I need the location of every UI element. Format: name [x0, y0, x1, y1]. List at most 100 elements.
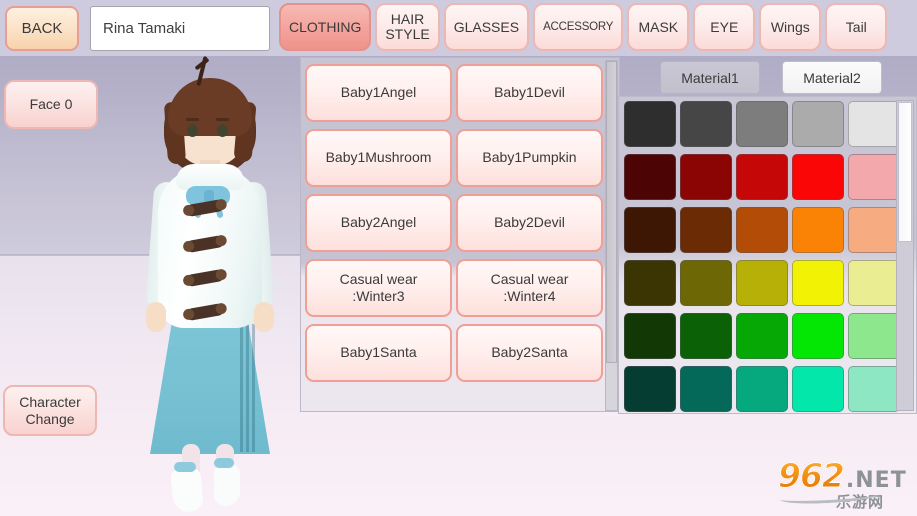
color-swatch-1-4[interactable] — [848, 154, 900, 200]
face-button[interactable]: Face 0 — [4, 80, 98, 129]
clothing-item-8[interactable]: Baby1Santa — [305, 324, 452, 382]
character-hand-left — [146, 302, 166, 332]
tab-mask[interactable]: MASK — [627, 3, 690, 51]
character-skirt-fold — [252, 324, 255, 452]
color-swatch-0-4[interactable] — [848, 101, 900, 147]
character-boot-bow-left — [174, 462, 196, 472]
character-eye-left — [187, 124, 198, 137]
color-swatch-3-3[interactable] — [792, 260, 844, 306]
character-change-label: Character Change — [19, 393, 81, 427]
clothing-item-label: Baby1Mushroom — [325, 149, 432, 166]
back-button[interactable]: BACK — [5, 6, 79, 51]
clothing-item-3[interactable]: Baby1Pumpkin — [456, 129, 603, 187]
color-swatch-0-0[interactable] — [624, 101, 676, 147]
color-swatch-2-3[interactable] — [792, 207, 844, 253]
color-swatch-3-0[interactable] — [624, 260, 676, 306]
tab-accessory[interactable]: ACCESSORY — [533, 3, 624, 51]
color-swatch-1-2[interactable] — [736, 154, 788, 200]
color-swatch-1-1[interactable] — [680, 154, 732, 200]
character-hair-front — [168, 78, 252, 136]
clothing-item-label: Baby1Devil — [494, 84, 565, 101]
color-palette-scrollbar[interactable] — [896, 100, 914, 411]
clothing-item-label: Baby1Pumpkin — [482, 149, 577, 166]
category-tab-bar: CLOTHING HAIR STYLE GLASSES ACCESSORY MASK EY… — [279, 3, 888, 55]
clothing-item-6[interactable]: Casual wear :Winter3 — [305, 259, 452, 317]
site-watermark: 962 .NET 乐游网 — [778, 456, 911, 512]
tab-label: Tail — [845, 18, 867, 35]
face-button-label: Face 0 — [29, 96, 73, 113]
color-swatch-grid[interactable] — [624, 101, 900, 412]
app-root: BACK CLOTHING HAIR STYLE GLASSES ACCESSORY M… — [0, 0, 917, 516]
tab-glasses[interactable]: GLASSES — [443, 3, 530, 51]
character-boot-bow-right — [214, 458, 234, 468]
tab-label: GLASSES — [453, 18, 520, 35]
color-swatch-5-3[interactable] — [792, 366, 844, 412]
clothing-item-label: Casual wear :Winter4 — [490, 270, 569, 305]
tab-label: CLOTHING — [289, 18, 362, 35]
color-swatch-4-2[interactable] — [736, 313, 788, 359]
clothing-item-label: Baby1Santa — [340, 344, 417, 361]
color-swatch-0-2[interactable] — [736, 101, 788, 147]
tab-clothing[interactable]: CLOTHING — [279, 3, 372, 51]
clothing-item-2[interactable]: Baby1Mushroom — [305, 129, 452, 187]
watermark-number: 962 — [778, 456, 846, 496]
clothing-item-label: Casual wear :Winter3 — [339, 270, 418, 305]
watermark-main: 962 .NET — [778, 456, 907, 496]
clothing-item-1[interactable]: Baby1Devil — [456, 64, 603, 122]
color-swatch-1-3[interactable] — [792, 154, 844, 200]
character-eye-right — [217, 124, 228, 137]
tab-material1[interactable]: Material1 — [660, 61, 760, 94]
color-swatch-5-2[interactable] — [736, 366, 788, 412]
color-swatch-0-3[interactable] — [792, 101, 844, 147]
clothing-item-5[interactable]: Baby2Devil — [456, 194, 603, 252]
tab-wings[interactable]: Wings — [759, 3, 822, 51]
color-swatch-3-2[interactable] — [736, 260, 788, 306]
color-swatch-2-1[interactable] — [680, 207, 732, 253]
clothing-item-label: Baby1Angel — [340, 84, 417, 101]
character-skirt-fold — [240, 324, 243, 452]
watermark-domain: .NET — [845, 468, 907, 493]
tab-label: Wings — [770, 18, 810, 35]
character-hand-right — [254, 302, 274, 332]
color-swatch-3-1[interactable] — [680, 260, 732, 306]
color-swatch-4-3[interactable] — [792, 313, 844, 359]
clothing-list-scrollbar-thumb[interactable] — [606, 61, 617, 363]
tab-material2-label: Material2 — [803, 69, 861, 86]
color-swatch-4-0[interactable] — [624, 313, 676, 359]
character-model[interactable] — [128, 55, 298, 514]
tab-material1-label: Material1 — [681, 69, 739, 86]
tab-material2[interactable]: Material2 — [782, 61, 882, 94]
color-swatch-4-1[interactable] — [680, 313, 732, 359]
character-eyebrow-left — [186, 118, 199, 121]
color-swatch-5-4[interactable] — [848, 366, 900, 412]
color-swatch-0-1[interactable] — [680, 101, 732, 147]
clothing-item-label: Baby2Angel — [340, 214, 417, 231]
character-name-input[interactable] — [90, 6, 270, 51]
tab-eye[interactable]: EYE — [693, 3, 756, 51]
tab-label: HAIR STYLE — [385, 11, 430, 42]
clothing-item-4[interactable]: Baby2Angel — [305, 194, 452, 252]
tab-label: EYE — [710, 18, 739, 35]
character-boot-right — [214, 464, 240, 506]
tab-hair-style[interactable]: HAIR STYLE — [375, 3, 440, 51]
clothing-item-label: Baby2Devil — [494, 214, 565, 231]
color-swatch-3-4[interactable] — [848, 260, 900, 306]
color-palette-scrollbar-thumb[interactable] — [898, 102, 912, 242]
color-swatch-2-4[interactable] — [848, 207, 900, 253]
clothing-list[interactable]: Baby1Angel Baby1Devil Baby1Mushroom Baby1Pu… — [301, 58, 607, 413]
clothing-list-panel: Baby1Angel Baby1Devil Baby1Mushroom Baby1Pu… — [300, 57, 620, 412]
color-swatch-1-0[interactable] — [624, 154, 676, 200]
clothing-list-scrollbar[interactable] — [605, 60, 618, 411]
tab-tail[interactable]: Tail — [825, 3, 888, 51]
clothing-item-0[interactable]: Baby1Angel — [305, 64, 452, 122]
color-swatch-4-4[interactable] — [848, 313, 900, 359]
clothing-item-9[interactable]: Baby2Santa — [456, 324, 603, 382]
color-swatch-5-1[interactable] — [680, 366, 732, 412]
color-swatch-2-2[interactable] — [736, 207, 788, 253]
color-swatch-5-0[interactable] — [624, 366, 676, 412]
color-swatch-2-0[interactable] — [624, 207, 676, 253]
tab-label: MASK — [638, 18, 679, 35]
character-change-button[interactable]: Character Change — [3, 385, 97, 436]
character-skirt-fold — [246, 324, 249, 452]
clothing-item-7[interactable]: Casual wear :Winter4 — [456, 259, 603, 317]
